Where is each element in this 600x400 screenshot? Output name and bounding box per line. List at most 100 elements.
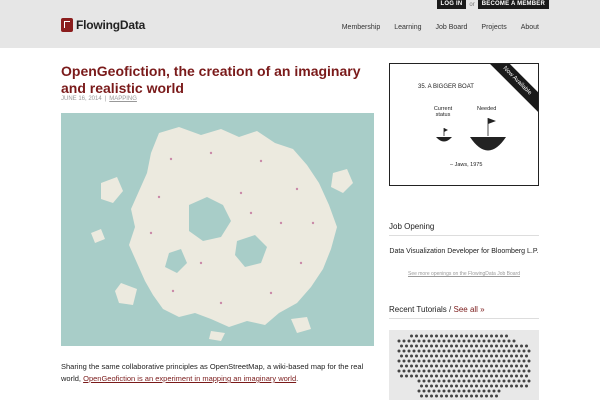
opengeofiction-link[interactable]: OpenGeofiction is an experiment in mappi… <box>83 374 296 383</box>
map-dot <box>487 339 491 343</box>
map-dot <box>472 349 476 353</box>
job-section-title: Job Opening <box>389 222 435 231</box>
map-dot <box>507 369 511 373</box>
job-title-link[interactable]: Data Visualization Developer for Bloombe… <box>389 247 539 257</box>
map-dot <box>427 389 431 393</box>
map-dot <box>442 369 446 373</box>
map-dot <box>485 364 488 368</box>
map-dot <box>475 374 478 378</box>
site-logo[interactable]: FlowingData <box>61 18 145 32</box>
map-dot <box>527 359 531 363</box>
map-dot <box>425 374 428 378</box>
map-dot <box>495 354 498 358</box>
nav-job-board[interactable]: Job Board <box>435 24 467 31</box>
map-dot <box>470 374 473 378</box>
map-dot <box>457 389 461 393</box>
book-ad[interactable]: 35. A BIGGER BOAT Current status Needed … <box>389 63 539 186</box>
map-dot <box>447 379 451 383</box>
tutorials-section-title: Recent Tutorials / See all » <box>389 305 485 314</box>
map-dot <box>492 359 496 363</box>
map-dot <box>397 349 401 353</box>
map-dot <box>420 364 423 368</box>
map-dot <box>505 344 508 348</box>
map-dot <box>402 339 406 343</box>
map-dot <box>495 344 498 348</box>
article-title[interactable]: OpenGeofiction, the creation of an imagi… <box>61 63 381 97</box>
map-dot <box>455 354 458 358</box>
map-dot <box>465 374 468 378</box>
map-dot <box>465 364 468 368</box>
map-dot <box>502 379 506 383</box>
article-category-link[interactable]: MAPPING <box>109 96 137 102</box>
article-date: JUNE 16, 2014 <box>61 96 102 102</box>
map-image[interactable] <box>61 113 374 346</box>
auth-or-text: or <box>469 1 475 8</box>
site-header: FlowingData LOG IN or BECOME A MEMBER Me… <box>0 0 600 48</box>
map-dot <box>467 339 471 343</box>
map-dot <box>415 364 418 368</box>
map-dot <box>457 339 461 343</box>
map-dot <box>427 379 431 383</box>
map-dot <box>432 389 436 393</box>
see-all-link[interactable]: See all » <box>453 305 484 314</box>
map-dot <box>422 339 426 343</box>
map-dot <box>525 364 528 368</box>
meta-separator: | <box>104 96 107 102</box>
map-dot <box>400 364 403 368</box>
map-dot <box>482 339 486 343</box>
map-dot <box>452 379 456 383</box>
map-dot <box>417 389 421 393</box>
map-dot <box>430 344 433 348</box>
logo-icon <box>61 18 73 32</box>
map-dot <box>435 344 438 348</box>
map-dot <box>495 374 498 378</box>
map-dot <box>400 344 403 348</box>
map-dot <box>522 359 526 363</box>
login-button[interactable]: LOG IN <box>436 0 467 9</box>
map-dot <box>475 334 478 338</box>
map-dot <box>467 389 471 393</box>
map-dot <box>485 344 488 348</box>
map-dot <box>505 354 508 358</box>
map-dot <box>525 384 528 388</box>
map-dot <box>462 369 466 373</box>
map-dot <box>440 354 443 358</box>
ad-label-current: Current status <box>433 106 453 118</box>
map-dot <box>470 334 473 338</box>
nav-membership[interactable]: Membership <box>342 24 381 31</box>
map-dot <box>517 359 521 363</box>
map-dot <box>420 344 423 348</box>
map-dot <box>437 369 441 373</box>
map-dot <box>412 369 416 373</box>
map-dot <box>402 359 406 363</box>
map-dot <box>420 334 423 338</box>
map-dot <box>487 389 491 393</box>
nav-about[interactable]: About <box>521 24 539 31</box>
map-dot <box>442 379 446 383</box>
map-dot <box>450 354 453 358</box>
nav-learning[interactable]: Learning <box>394 24 421 31</box>
map-dot <box>412 339 416 343</box>
map-dot <box>440 394 443 398</box>
map-dot <box>490 344 493 348</box>
map-dot <box>425 384 428 388</box>
map-dot <box>405 364 408 368</box>
job-board-link[interactable]: See more openings on the FlowingData Job… <box>389 271 539 277</box>
map-dot <box>442 339 446 343</box>
map-dot <box>510 374 513 378</box>
map-dot <box>482 369 486 373</box>
tutorials-section-divider <box>389 318 539 319</box>
tutorial-thumbnail[interactable] <box>389 330 539 400</box>
map-dot <box>435 384 438 388</box>
map-dot <box>480 394 483 398</box>
map-dot <box>435 334 438 338</box>
map-dot <box>432 379 436 383</box>
nav-projects[interactable]: Projects <box>481 24 506 31</box>
map-dot <box>482 389 486 393</box>
map-dot <box>417 339 421 343</box>
map-dot <box>485 394 488 398</box>
become-member-button[interactable]: BECOME A MEMBER <box>477 0 549 9</box>
map-dot <box>507 349 511 353</box>
map-dot <box>450 394 453 398</box>
map-dot <box>430 334 433 338</box>
